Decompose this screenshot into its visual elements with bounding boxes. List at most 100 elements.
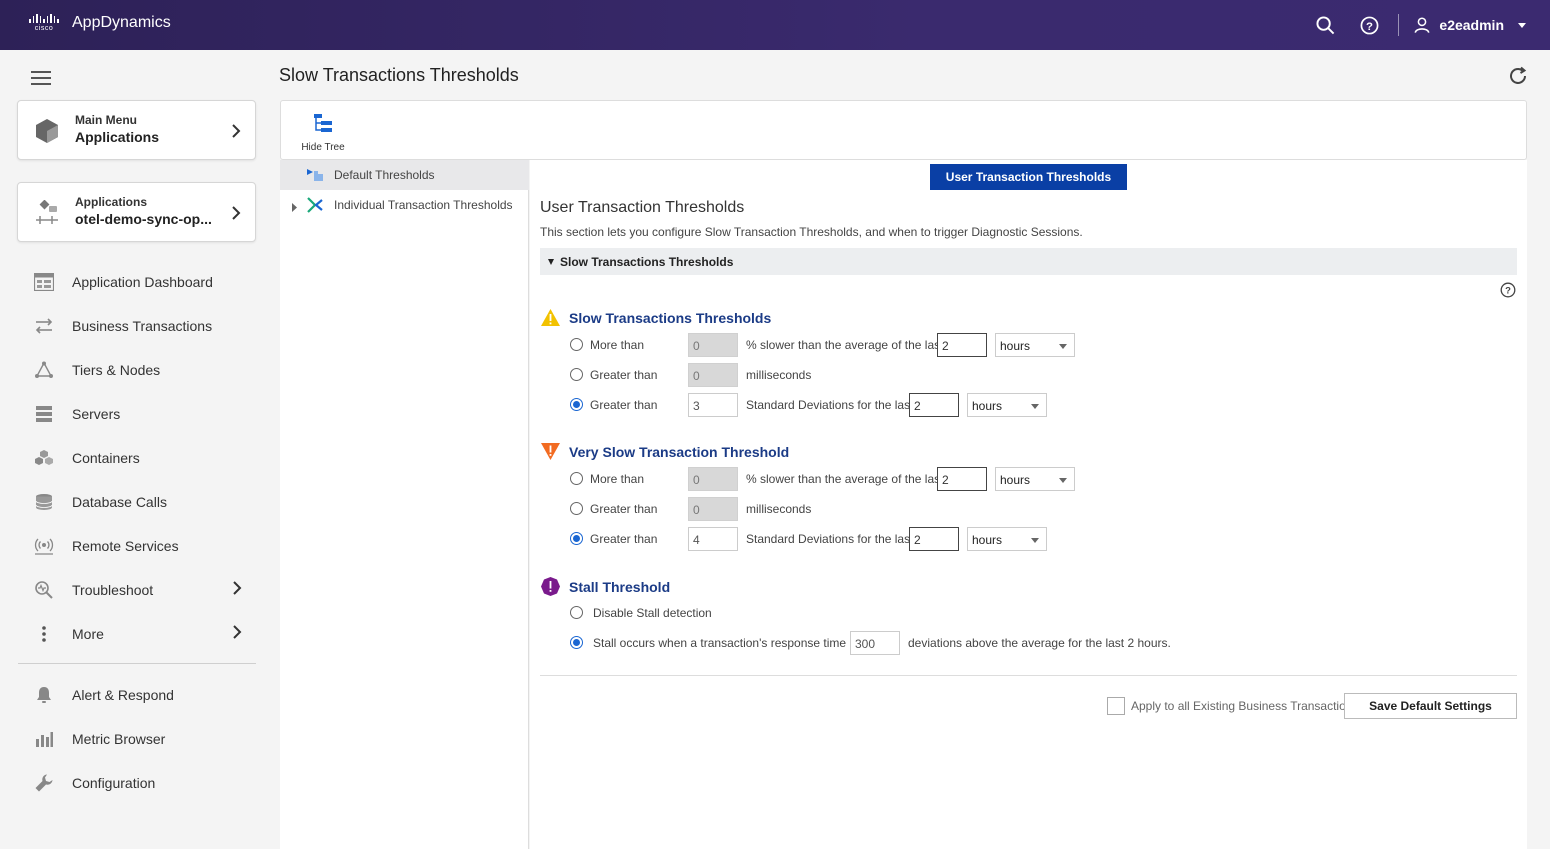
stall-deviations-input[interactable]: 300 (850, 631, 900, 655)
svg-text:?: ? (1505, 286, 1511, 297)
page-title: Slow Transactions Thresholds (279, 65, 519, 85)
remote-services-icon (33, 535, 55, 557)
sidebar-item-business-transactions[interactable]: Business Transactions (0, 304, 270, 348)
hide-tree-button[interactable]: Hide Tree (301, 113, 345, 153)
chevron-down-icon (1031, 538, 1039, 543)
tree-item-individual-thresholds[interactable]: Individual Transaction Thresholds (280, 190, 529, 220)
chevron-right-icon (231, 205, 241, 226)
search-icon[interactable] (1314, 14, 1336, 36)
main-menu-label: Main Menu (75, 113, 137, 127)
help-icon[interactable]: ? (1358, 14, 1380, 36)
very-slow-threshold-header: Very Slow Transaction Threshold (540, 442, 789, 461)
sidebar-item-troubleshoot[interactable]: Troubleshoot (0, 568, 270, 612)
sidebar-item-remote-services[interactable]: Remote Services (0, 524, 270, 568)
stall-threshold-title: Stall Threshold (569, 578, 671, 595)
tree-item-default-thresholds[interactable]: Default Thresholds (280, 160, 529, 190)
apply-to-all-checkbox-row[interactable]: Apply to all Existing Business Transacti… (1107, 697, 1358, 715)
sidebar-item-label: Application Dashboard (72, 274, 213, 290)
row-text: milliseconds (746, 368, 812, 382)
row-label: Disable Stall detection (593, 606, 712, 620)
sidebar-item-label: Remote Services (72, 538, 179, 554)
dashboard-icon (33, 271, 55, 293)
sidebar-item-more[interactable]: More (0, 612, 270, 656)
save-default-settings-button[interactable]: Save Default Settings (1344, 693, 1517, 719)
slow-window-input[interactable]: 2 (937, 333, 987, 357)
very-slow-threshold-title: Very Slow Transaction Threshold (569, 443, 790, 460)
radio-slow-std-dev[interactable] (570, 398, 583, 411)
sidebar-item-label: Servers (72, 406, 121, 422)
apply-to-all-checkbox[interactable] (1107, 697, 1125, 715)
hexagon-icon (34, 118, 60, 149)
chevron-down-icon (1031, 404, 1039, 409)
sidebar-item-label: Tiers & Nodes (72, 362, 161, 378)
very-slow-std-window-input[interactable]: 2 (909, 527, 959, 551)
slow-std-unit-select[interactable]: hours (967, 393, 1047, 417)
username: e2eadmin (1439, 17, 1504, 33)
refresh-icon[interactable] (1507, 65, 1529, 92)
applications-card[interactable]: Applications otel-demo-sync-op... (17, 182, 256, 242)
slow-percent-input[interactable]: 0 (688, 333, 738, 357)
current-application: otel-demo-sync-op... (75, 211, 212, 227)
slow-ms-input[interactable]: 0 (688, 363, 738, 387)
very-slow-percent-input[interactable]: 0 (688, 467, 738, 491)
sidebar-item-label: Alert & Respond (72, 687, 174, 703)
main-menu-card[interactable]: Main Menu Applications (17, 100, 256, 160)
wrench-icon (33, 772, 55, 794)
very-slow-row-greater-than-ms: Greater than 0 milliseconds (570, 497, 1130, 521)
very-slow-window-input[interactable]: 2 (937, 467, 987, 491)
sidebar-item-label: Containers (72, 450, 140, 466)
cisco-logo: cisco (29, 14, 59, 32)
stall-row-occurs: Stall occurs when a transaction's respon… (570, 631, 1270, 655)
sidebar-item-configuration[interactable]: Configuration (0, 761, 270, 805)
radio-slow-greater-than-ms[interactable] (570, 368, 583, 381)
help-icon[interactable]: ? (1500, 282, 1516, 303)
row-label: Stall occurs when a transaction's respon… (593, 636, 859, 650)
top-navigation-bar: cisco AppDynamics ? e2eadmin (0, 0, 1550, 50)
brand[interactable]: cisco AppDynamics (29, 14, 171, 32)
expand-arrow-icon[interactable] (291, 201, 298, 215)
tree-item-label: Individual Transaction Thresholds (334, 198, 513, 212)
folder-tree-icon (306, 168, 324, 185)
divider (18, 663, 256, 664)
apply-to-all-label: Apply to all Existing Business Transacti… (1131, 699, 1359, 713)
slow-std-dev-input[interactable]: 3 (688, 393, 738, 417)
very-slow-ms-input[interactable]: 0 (688, 497, 738, 521)
user-menu[interactable]: e2eadmin (1413, 16, 1526, 34)
sidebar-item-containers[interactable]: Containers (0, 436, 270, 480)
slow-std-window-input[interactable]: 2 (909, 393, 959, 417)
chevron-right-icon (232, 624, 242, 645)
applications-label: Applications (75, 195, 148, 209)
very-slow-row-std-dev: Greater than 4 Standard Deviations for t… (570, 527, 1130, 551)
section-title: User Transaction Thresholds (540, 199, 745, 216)
sidebar-item-servers[interactable]: Servers (0, 392, 270, 436)
row-text: milliseconds (746, 502, 812, 516)
radio-very-slow-more-than[interactable] (570, 472, 583, 485)
very-slow-unit-select[interactable]: hours (995, 467, 1075, 491)
slow-row-std-dev: Greater than 3 Standard Deviations for t… (570, 393, 1130, 417)
sidebar-item-application-dashboard[interactable]: Application Dashboard (0, 260, 270, 304)
sidebar-item-alert-respond[interactable]: Alert & Respond (0, 673, 270, 717)
database-icon (33, 491, 55, 513)
hamburger-menu-icon[interactable] (31, 71, 51, 89)
tab-user-transaction-thresholds[interactable]: User Transaction Thresholds (930, 164, 1127, 190)
main-menu-value: Applications (75, 129, 160, 145)
very-slow-row-more-than: More than 0 % slower than the average of… (570, 467, 1130, 491)
divider (1398, 14, 1400, 36)
radio-very-slow-std-dev[interactable] (570, 532, 583, 545)
very-slow-std-dev-input[interactable]: 4 (688, 527, 738, 551)
bell-icon (33, 684, 55, 706)
very-slow-std-unit-select[interactable]: hours (967, 527, 1047, 551)
sidebar-item-metric-browser[interactable]: Metric Browser (0, 717, 270, 761)
collapse-header-slow-thresholds[interactable]: Slow Transactions Thresholds (540, 248, 1517, 275)
bar-chart-icon (33, 728, 55, 750)
radio-slow-more-than[interactable] (570, 338, 583, 351)
radio-disable-stall[interactable] (570, 606, 583, 619)
chevron-down-icon (1059, 344, 1067, 349)
sidebar-item-tiers-nodes[interactable]: Tiers & Nodes (0, 348, 270, 392)
radio-very-slow-greater-than-ms[interactable] (570, 502, 583, 515)
radio-stall-occurs[interactable] (570, 636, 583, 649)
sidebar-item-label: Configuration (72, 775, 156, 791)
sidebar-item-database-calls[interactable]: Database Calls (0, 480, 270, 524)
slow-unit-select[interactable]: hours (995, 333, 1075, 357)
sidebar-item-label: Troubleshoot (72, 582, 154, 598)
